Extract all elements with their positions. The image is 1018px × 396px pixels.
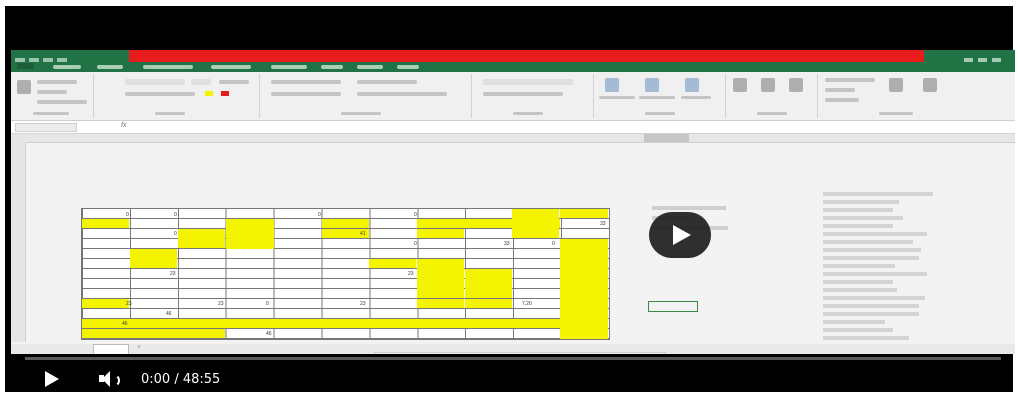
highlighted-title-strip [129,50,924,62]
window-controls [959,52,1009,65]
selected-cell[interactable] [648,301,698,312]
ribbon-tabs [11,62,1015,72]
notification-bar [374,352,666,354]
name-box [15,123,77,132]
sheet-tab-active[interactable] [93,344,129,354]
number-group [473,74,594,118]
cells-group [727,74,818,118]
player-controls: 0:00 / 48:55 [11,357,1015,395]
add-sheet-icon[interactable]: + [137,344,141,351]
progress-bar[interactable] [25,357,1001,360]
volume-icon[interactable] [99,370,121,388]
numbered-list [823,190,963,354]
fx-icon: fx [121,122,127,129]
font-group [95,74,260,118]
styles-group [595,74,726,118]
blurred-title-text [129,51,924,60]
editing-group [819,74,959,118]
formula-bar: fx [11,121,1015,134]
play-overlay-icon[interactable] [649,212,711,258]
quick-access-toolbar [15,52,95,65]
alignment-group [261,74,472,118]
column-headers [11,134,1015,143]
video-player: fx 0 0 0 0 33 0 41 0 33 0 23 23 23 23 0 … [5,6,1015,395]
video-frame[interactable]: fx 0 0 0 0 33 0 41 0 33 0 23 23 23 23 0 … [11,50,1015,354]
play-icon[interactable] [45,371,59,387]
ribbon [11,72,1015,121]
blurred-note-line-1 [652,206,726,210]
spreadsheet-grid: 0 0 0 0 33 0 41 0 33 0 23 23 23 23 0 23 … [81,208,610,340]
time-display: 0:00 / 48:55 [141,372,221,387]
tab-file [17,63,34,69]
row-headers [11,142,26,342]
clipboard-group [13,74,94,118]
excel-title-bar [11,50,1015,65]
